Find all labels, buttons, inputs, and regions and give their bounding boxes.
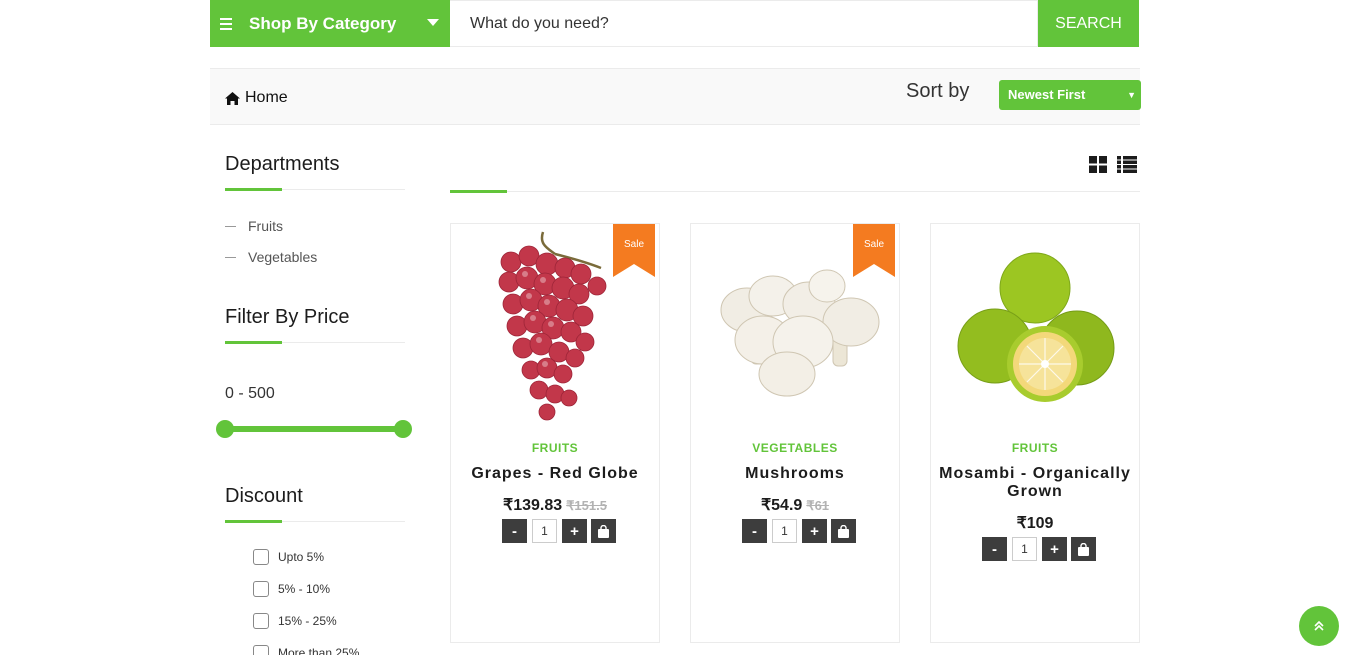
add-to-cart-button[interactable] <box>591 519 616 543</box>
departments-title: Departments <box>225 153 340 175</box>
price-divider <box>225 341 405 344</box>
decrease-quantity-button[interactable]: - <box>502 519 527 543</box>
discount-checkbox[interactable] <box>253 645 269 655</box>
decrease-quantity-button[interactable]: - <box>982 537 1007 561</box>
shop-by-category-button[interactable]: Shop By Category <box>210 0 450 47</box>
quantity-input[interactable] <box>532 519 557 543</box>
breadcrumb-home-label: Home <box>245 89 288 106</box>
product-price: ₹109 <box>931 513 1139 533</box>
original-price: ₹151.5 <box>566 498 607 513</box>
scroll-to-top-button[interactable] <box>1299 606 1339 646</box>
chevron-double-up-icon <box>1314 621 1324 631</box>
dropdown-arrow-icon: ▼ <box>1127 90 1136 100</box>
chevron-down-icon <box>427 19 439 26</box>
search-box <box>450 0 1038 47</box>
product-name[interactable]: Mushrooms <box>696 465 894 483</box>
shop-by-category-label: Shop By Category <box>249 13 397 33</box>
breadcrumb-home-link[interactable]: Home <box>225 89 288 107</box>
price-range-value: 0 - 500 <box>225 385 275 402</box>
price-slider[interactable] <box>216 420 412 438</box>
quantity-input[interactable] <box>772 519 797 543</box>
view-toggle <box>1089 156 1137 178</box>
price-slider-max-handle[interactable] <box>394 420 412 438</box>
decrease-quantity-button[interactable]: - <box>742 519 767 543</box>
sale-badge-label: Sale <box>623 239 644 250</box>
product-image[interactable] <box>931 224 1139 424</box>
sale-badge-label: Sale <box>863 239 884 250</box>
current-price: ₹54.9 <box>760 497 803 514</box>
product-card-mosambi[interactable]: FRUITS Mosambi - Organically Grown ₹109 … <box>930 223 1140 643</box>
dash-icon <box>225 256 236 258</box>
price-slider-min-handle[interactable] <box>216 420 234 438</box>
quantity-input[interactable] <box>1012 537 1037 561</box>
increase-quantity-button[interactable]: + <box>802 519 827 543</box>
product-price: ₹139.83 ₹151.5 <box>451 495 659 515</box>
product-card-grapes[interactable]: Sale FRUITS Grapes - Red Globe ₹139.83 ₹1… <box>450 223 660 643</box>
search-button[interactable]: SEARCH <box>1038 0 1139 47</box>
increase-quantity-button[interactable]: + <box>1042 537 1067 561</box>
shopping-bag-icon <box>1078 542 1089 556</box>
list-view-icon[interactable] <box>1117 156 1137 178</box>
shopping-bag-icon <box>598 524 609 538</box>
increase-quantity-button[interactable]: + <box>562 519 587 543</box>
sort-label: Sort by <box>906 80 970 102</box>
discount-divider <box>225 520 405 523</box>
discount-label: 15% - 25% <box>278 614 337 628</box>
dash-icon <box>225 225 236 227</box>
sort-selected-value: Newest First <box>1008 87 1086 102</box>
quantity-stepper: - + <box>982 537 1096 561</box>
discount-option-15-25[interactable]: 15% - 25% <box>253 613 337 629</box>
home-icon <box>225 91 240 105</box>
sort-select[interactable]: Newest First ▼ <box>999 80 1141 110</box>
department-label: Vegetables <box>248 249 318 265</box>
discount-checkbox[interactable] <box>253 581 269 597</box>
filter-by-price-title: Filter By Price <box>225 306 350 328</box>
discount-checkbox[interactable] <box>253 549 269 565</box>
current-price: ₹109 <box>1016 515 1054 532</box>
discount-option-5-10[interactable]: 5% - 10% <box>253 581 330 597</box>
products-divider <box>450 190 1140 193</box>
page: Shop By Category SEARCH Home Sort by New… <box>0 0 1347 655</box>
product-category[interactable]: FRUITS <box>931 441 1139 455</box>
add-to-cart-button[interactable] <box>831 519 856 543</box>
discount-label: 5% - 10% <box>278 582 331 596</box>
menu-icon <box>220 17 232 30</box>
search-input[interactable] <box>450 1 1037 46</box>
discount-checkbox[interactable] <box>253 613 269 629</box>
sale-badge: Sale <box>853 224 895 277</box>
department-link-vegetables[interactable]: Vegetables <box>225 249 317 265</box>
discount-option-upto-5[interactable]: Upto 5% <box>253 549 324 565</box>
add-to-cart-button[interactable] <box>1071 537 1096 561</box>
grid-view-icon[interactable] <box>1089 156 1107 178</box>
product-name[interactable]: Grapes - Red Globe <box>456 465 654 483</box>
discount-option-more-than-25[interactable]: More than 25% <box>253 645 359 655</box>
product-name[interactable]: Mosambi - Organically Grown <box>936 465 1134 501</box>
shopping-bag-icon <box>838 524 849 538</box>
product-category[interactable]: FRUITS <box>451 441 659 455</box>
discount-label: More than 25% <box>278 646 360 655</box>
departments-divider <box>225 188 405 191</box>
discount-label: Upto 5% <box>278 550 325 564</box>
quantity-stepper: - + <box>502 519 616 543</box>
product-price: ₹54.9 ₹61 <box>691 495 899 515</box>
sale-badge: Sale <box>613 224 655 277</box>
department-link-fruits[interactable]: Fruits <box>225 218 283 234</box>
original-price: ₹61 <box>806 498 830 513</box>
quantity-stepper: - + <box>742 519 856 543</box>
current-price: ₹139.83 <box>503 497 563 514</box>
breadcrumb-bar: Home Sort by Newest First ▼ <box>210 68 1141 125</box>
product-card-mushrooms[interactable]: Sale VEGETABLES Mushrooms ₹54.9₹61 - + <box>690 223 900 643</box>
product-category[interactable]: VEGETABLES <box>691 441 899 455</box>
discount-title: Discount <box>225 485 303 507</box>
department-label: Fruits <box>248 218 283 234</box>
